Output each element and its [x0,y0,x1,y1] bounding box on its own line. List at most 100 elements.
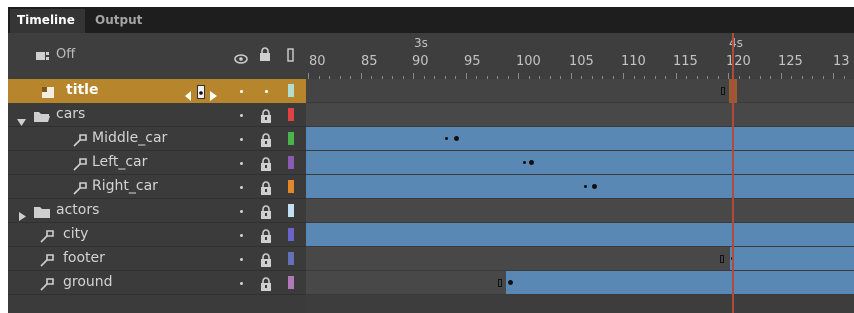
layer-name: cars [56,106,86,122]
layer-color-swatch[interactable] [288,228,294,241]
tween-span[interactable] [306,223,854,246]
visibility-bullet[interactable] [240,90,243,93]
lock-icon[interactable] [260,180,272,199]
frame-row-title[interactable] [306,79,854,103]
blank-keyframe[interactable] [721,87,725,95]
eye-icon[interactable] [234,49,248,68]
lock-icon[interactable] [260,156,272,175]
visibility-bullet[interactable] [240,162,243,165]
lock-icon[interactable] [260,252,272,271]
tween-span[interactable] [506,271,854,294]
lock-icon[interactable] [260,276,272,295]
layer-name: actors [56,202,100,218]
timeline-body: Off title cars Middle_car Left_car Right… [8,33,854,313]
layer-row-title[interactable]: title [8,79,306,103]
frame-row-actors[interactable] [306,199,854,223]
layer-color-swatch[interactable] [288,84,294,97]
layer-color-swatch[interactable] [288,132,294,145]
ruler-frame-number: 100 [516,54,541,69]
guide-layer-icon [39,228,55,247]
layer-color-swatch[interactable] [288,108,294,121]
tween-span[interactable] [306,151,854,174]
layer-row-city[interactable]: city [8,223,306,247]
frame-ruler[interactable]: 3s 4s 80 85 90 95 100 105 110 115 120 12… [306,33,854,79]
guide-layer-icon [39,252,55,271]
tab-timeline[interactable]: Timeline [10,9,85,33]
visibility-bullet[interactable] [240,210,243,213]
ruler-frame-number: 95 [464,54,481,69]
blank-keyframe[interactable] [498,279,502,287]
frame-row-city[interactable] [306,223,854,247]
lock-icon[interactable] [260,228,272,247]
layer-color-swatch[interactable] [288,204,294,217]
ruler-frame-number: 125 [778,54,803,69]
visibility-bullet[interactable] [240,258,243,261]
ruler-frame-number: 90 [412,54,429,69]
layer-row-ground[interactable]: ground [8,271,306,295]
ruler-seconds-label: 3s [414,36,428,50]
layer-row-right-car[interactable]: Right_car [8,175,306,199]
layer-name: city [63,226,89,242]
layer-color-swatch[interactable] [288,252,294,265]
frame-row-right-car[interactable] [306,175,854,199]
layers-header: Off [8,33,306,79]
frame-row-left-car[interactable] [306,151,854,175]
lock-icon[interactable] [259,46,271,65]
frame-row-middle-car[interactable] [306,127,854,151]
layer-color-swatch[interactable] [288,156,294,169]
insert-keyframe-icon[interactable] [197,84,205,103]
layer-name: title [66,82,99,98]
frame-row-footer[interactable] [306,247,854,271]
visibility-bullet[interactable] [240,138,243,141]
playhead[interactable] [732,33,734,313]
layer-name: Middle_car [92,130,168,146]
property-keyframe[interactable] [584,185,587,188]
tween-span[interactable] [306,127,854,150]
ruler-frame-number: 80 [309,54,326,69]
frames-area[interactable]: 3s 4s 80 85 90 95 100 105 110 115 120 12… [306,33,854,313]
ruler-frame-number: 85 [361,54,378,69]
lock-bullet[interactable] [265,90,268,93]
layer-color-swatch[interactable] [288,276,294,289]
tween-span[interactable] [730,247,854,270]
motion-guide-icon [72,156,88,175]
guide-layer-icon [39,276,55,295]
ruler-frame-number: 105 [569,54,594,69]
frame-row-ground[interactable] [306,271,854,295]
lock-icon[interactable] [260,108,272,127]
closed-folder-icon [33,204,51,223]
ruler-frame-number: 13 [833,54,850,69]
layer-color-swatch[interactable] [288,180,294,193]
show-parenting-icon[interactable] [36,48,50,67]
lock-icon[interactable] [260,132,272,151]
layer-row-middle-car[interactable]: Middle_car [8,127,306,151]
motion-guide-icon [72,180,88,199]
keyframe[interactable] [529,160,534,165]
blank-keyframe[interactable] [720,255,724,263]
visibility-bullet[interactable] [240,114,243,117]
keyframe[interactable] [508,280,513,285]
layers-pane: Off title cars Middle_car Left_car Right… [8,33,306,313]
visibility-bullet[interactable] [240,186,243,189]
tab-output[interactable]: Output [88,9,152,33]
keyframe[interactable] [592,184,597,189]
layer-name: ground [63,274,113,290]
layer-row-cars[interactable]: cars [8,103,306,127]
ruler-frame-number: 120 [726,54,751,69]
tween-span[interactable] [306,175,854,198]
show-all-toggle-label[interactable]: Off [56,47,75,62]
layer-name: footer [63,250,105,266]
property-keyframe[interactable] [445,137,448,140]
property-keyframe[interactable] [523,161,526,164]
frame-row-cars[interactable] [306,103,854,127]
visibility-bullet[interactable] [240,234,243,237]
layer-row-actors[interactable]: actors [8,199,306,223]
layer-row-left-car[interactable]: Left_car [8,151,306,175]
lock-icon[interactable] [260,204,272,223]
panel-tab-bar: Timeline Output [8,7,854,33]
outline-icon[interactable] [287,47,294,66]
keyframe[interactable] [454,136,459,141]
layer-row-footer[interactable]: footer [8,247,306,271]
visibility-bullet[interactable] [240,282,243,285]
layer-name: Right_car [92,178,158,194]
